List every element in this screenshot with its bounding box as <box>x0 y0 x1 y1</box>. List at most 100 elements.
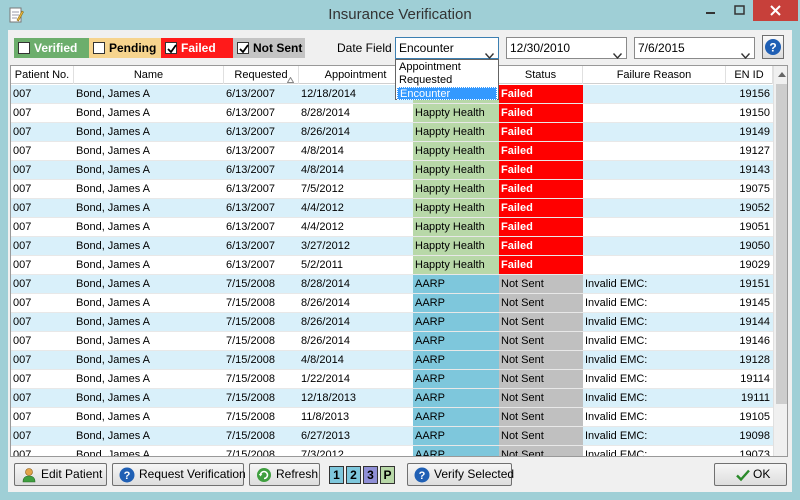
stage-badge-1[interactable]: 1 <box>329 466 344 484</box>
refresh-label: Refresh <box>276 467 319 481</box>
cell-patient-no: 007 <box>11 408 74 427</box>
cell-requested: 6/13/2007 <box>224 237 299 256</box>
cell-name: Bond, James A <box>74 180 224 199</box>
cell-status: Failed <box>499 256 583 275</box>
minimize-button[interactable] <box>696 0 725 21</box>
cell-status: Not Sent <box>499 275 583 294</box>
cell-appointment: 8/26/2014 <box>299 332 413 351</box>
cell-name: Bond, James A <box>74 446 224 456</box>
request-verification-button[interactable]: ? Request Verification <box>112 463 246 486</box>
date-field-option-requested[interactable]: Requested <box>397 74 497 87</box>
cell-en-id: 19143 <box>726 161 773 180</box>
help-button[interactable]: ? <box>762 35 784 59</box>
column-header-status[interactable]: Status <box>499 66 583 84</box>
table-row[interactable]: 007 Bond, James A 6/13/2007 8/26/2014 Happty… <box>11 123 787 142</box>
cell-en-id: 19151 <box>726 275 773 294</box>
stage-badge-3[interactable]: 3 <box>363 466 378 484</box>
ok-button[interactable]: OK <box>714 463 787 486</box>
scrollbar-thumb[interactable] <box>776 84 787 404</box>
verify-selected-button[interactable]: ? Verify Selected <box>407 463 514 486</box>
date-field-option-encounter[interactable]: Encounter <box>397 87 497 100</box>
request-verification-label: Request Verification <box>139 467 246 481</box>
table-row[interactable]: 007 Bond, James A 7/15/2008 4/8/2014 AARP Not… <box>11 351 787 370</box>
cell-failure-reason: Invalid EMC: <box>583 446 726 456</box>
cell-name: Bond, James A <box>74 351 224 370</box>
filter-verified-checkbox[interactable]: Verified <box>14 38 89 58</box>
filter-not-sent-checkbox[interactable]: Not Sent <box>233 38 305 58</box>
cell-insurer: AARP <box>413 389 499 408</box>
table-row[interactable]: 007 Bond, James A 6/13/2007 4/8/2014 Happty … <box>11 161 787 180</box>
table-row[interactable]: 007 Bond, James A 7/15/2008 6/27/2013 AARP No… <box>11 427 787 446</box>
stage-badge-2[interactable]: 2 <box>346 466 361 484</box>
vertical-scrollbar[interactable] <box>773 66 787 456</box>
refresh-icon <box>256 467 272 483</box>
cell-name: Bond, James A <box>74 104 224 123</box>
cell-failure-reason: Invalid EMC: <box>583 389 726 408</box>
cell-patient-no: 007 <box>11 180 74 199</box>
cell-status: Failed <box>499 218 583 237</box>
maximize-button[interactable] <box>726 0 753 21</box>
column-header-name[interactable]: Name <box>74 66 224 84</box>
table-row[interactable]: 007 Bond, James A 7/15/2008 11/8/2013 AARP No… <box>11 408 787 427</box>
title-bar[interactable]: Insurance Verification <box>0 0 800 30</box>
filter-failed-checkbox[interactable]: Failed <box>161 38 233 58</box>
table-row[interactable]: 007 Bond, James A 6/13/2007 4/4/2012 Happty … <box>11 199 787 218</box>
cell-failure-reason: Invalid EMC: <box>583 332 726 351</box>
table-row[interactable]: 007 Bond, James A 6/13/2007 4/8/2014 Happty … <box>11 142 787 161</box>
cell-en-id: 19075 <box>726 180 773 199</box>
column-header-patient-no[interactable]: Patient No. <box>11 66 74 84</box>
app-window: Insurance Verification Verified Pending … <box>0 0 800 500</box>
cell-en-id: 19146 <box>726 332 773 351</box>
filter-pending-checkbox[interactable]: Pending <box>89 38 161 58</box>
cell-insurer: AARP <box>413 408 499 427</box>
column-header-failure-reason[interactable]: Failure Reason <box>583 66 726 84</box>
date-field-select[interactable]: Encounter <box>395 37 499 60</box>
edit-patient-button[interactable]: Edit Patient <box>14 463 107 486</box>
cell-requested: 6/13/2007 <box>224 123 299 142</box>
table-row[interactable]: 007 Bond, James A 7/15/2008 8/26/2014 AARP No… <box>11 313 787 332</box>
table-row[interactable]: 007 Bond, James A 7/15/2008 8/26/2014 AARP No… <box>11 294 787 313</box>
column-header-requested[interactable]: Requested <box>224 66 299 84</box>
cell-failure-reason: Invalid EMC: <box>583 313 726 332</box>
cell-status: Failed <box>499 161 583 180</box>
column-header-en-id[interactable]: EN ID <box>726 66 773 84</box>
table-row[interactable]: 007 Bond, James A 6/13/2007 4/4/2012 Happty … <box>11 218 787 237</box>
close-button[interactable] <box>753 0 798 21</box>
cell-failure-reason <box>583 180 726 199</box>
cell-appointment: 4/4/2012 <box>299 199 413 218</box>
date-field-option-appointment[interactable]: Appointment <box>397 61 497 74</box>
cell-en-id: 19050 <box>726 237 773 256</box>
cell-patient-no: 007 <box>11 389 74 408</box>
cell-patient-no: 007 <box>11 294 74 313</box>
table-row[interactable]: 007 Bond, James A 7/15/2008 8/28/2014 AARP No… <box>11 275 787 294</box>
refresh-button[interactable]: Refresh <box>249 463 320 486</box>
table-row[interactable]: 007 Bond, James A 7/15/2008 12/18/2013 AARP N… <box>11 389 787 408</box>
cell-appointment: 4/8/2014 <box>299 142 413 161</box>
date-from-picker[interactable]: 12/30/2010 <box>506 37 627 60</box>
cell-en-id: 19156 <box>726 85 773 104</box>
cell-requested: 6/13/2007 <box>224 142 299 161</box>
cell-name: Bond, James A <box>74 313 224 332</box>
cell-requested: 7/15/2008 <box>224 408 299 427</box>
cell-patient-no: 007 <box>11 313 74 332</box>
table-row[interactable]: 007 Bond, James A 6/13/2007 3/27/2012 Happty… <box>11 237 787 256</box>
cell-appointment: 5/2/2011 <box>299 256 413 275</box>
table-row[interactable]: 007 Bond, James A 6/13/2007 8/28/2014 Happty… <box>11 104 787 123</box>
table-row[interactable]: 007 Bond, James A 6/13/2007 7/5/2012 Happty … <box>11 180 787 199</box>
verification-grid[interactable]: Patient No. Name Requested Appointment S… <box>10 65 788 457</box>
table-row[interactable]: 007 Bond, James A 6/13/2007 5/2/2011 Happty … <box>11 256 787 275</box>
stage-badge-p[interactable]: P <box>380 466 395 484</box>
scroll-up-arrow-icon[interactable] <box>774 66 787 83</box>
cell-patient-no: 007 <box>11 142 74 161</box>
filter-pending-label: Pending <box>109 41 157 55</box>
cell-status: Failed <box>499 180 583 199</box>
table-row[interactable]: 007 Bond, James A 7/15/2008 8/26/2014 AARP No… <box>11 332 787 351</box>
cell-status: Not Sent <box>499 427 583 446</box>
cell-en-id: 19105 <box>726 408 773 427</box>
cell-failure-reason <box>583 104 726 123</box>
cell-name: Bond, James A <box>74 389 224 408</box>
date-to-picker[interactable]: 7/6/2015 <box>634 37 755 60</box>
cell-appointment: 6/27/2013 <box>299 427 413 446</box>
table-row[interactable]: 007 Bond, James A 7/15/2008 1/22/2014 AARP No… <box>11 370 787 389</box>
table-row[interactable]: 007 Bond, James A 7/15/2008 7/3/2012 AARP Not… <box>11 446 787 456</box>
